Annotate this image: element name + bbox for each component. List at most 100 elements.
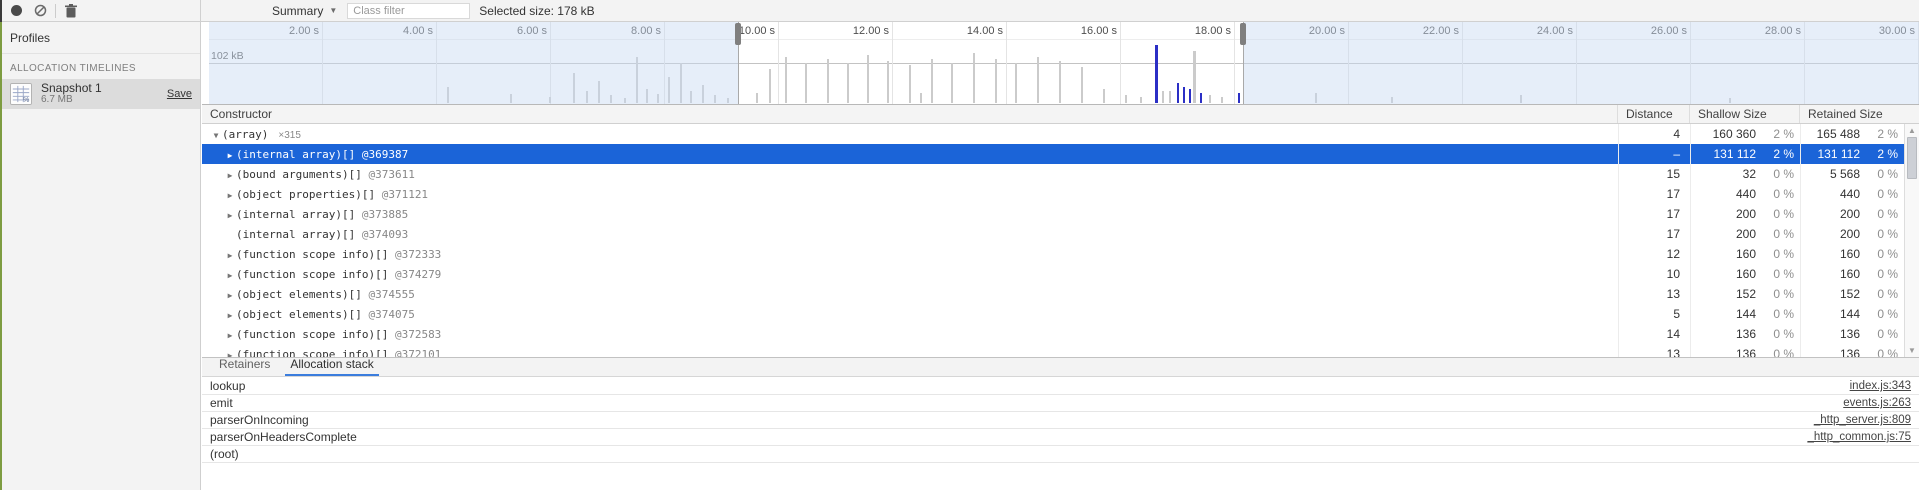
allocation-bar: [827, 59, 829, 103]
size-percent: 0 %: [1860, 267, 1898, 281]
allocation-stack-list: lookupindex.js:343emitevents.js:263parse…: [202, 378, 1919, 463]
allocation-bar: [785, 57, 787, 103]
source-location-link[interactable]: _http_common.js:75: [1807, 431, 1911, 443]
allocation-timeline-overview[interactable]: 102 kB 2.00 s4.00 s6.00 s8.00 s10.00 s12…: [202, 22, 1919, 105]
constructor-name: (internal array)[]: [236, 208, 355, 221]
size-value: 144: [1840, 307, 1860, 321]
timeline-dimmed-region[interactable]: [209, 22, 738, 105]
shallow-size-cell: 1600 %: [1690, 267, 1800, 281]
retained-size-cell: 165 4882 %: [1800, 127, 1904, 141]
shallow-size-cell: 1600 %: [1690, 247, 1800, 261]
clear-button[interactable]: [28, 1, 52, 21]
object-id: @371121: [375, 188, 428, 201]
distance-cell: 13: [1618, 347, 1690, 357]
expand-arrow-icon[interactable]: ▶: [224, 171, 236, 180]
timeline-chart[interactable]: 102 kB 2.00 s4.00 s6.00 s8.00 s10.00 s12…: [209, 22, 1919, 105]
shallow-size-cell: 1520 %: [1690, 287, 1800, 301]
window-right-handle[interactable]: [1240, 23, 1246, 45]
allocation-bar: [1221, 97, 1223, 103]
column-header-shallow-size[interactable]: Shallow Size: [1690, 105, 1800, 123]
constructor-name: (function scope info)[]: [236, 328, 388, 341]
heap-object-row[interactable]: ▶(function scope info)[] @372333121600 %…: [202, 244, 1904, 264]
perspective-select-value: Summary: [272, 4, 323, 18]
grid-scrollbar[interactable]: ▲ ▼: [1904, 124, 1919, 357]
expand-arrow-icon[interactable]: ▶: [224, 191, 236, 200]
retained-size-cell: 1520 %: [1800, 287, 1904, 301]
size-percent: 0 %: [1860, 227, 1898, 241]
constructor-name: (object properties)[]: [236, 188, 375, 201]
sidebar-section-header: ALLOCATION TIMELINES: [0, 54, 200, 79]
sidebar-title: Profiles: [0, 22, 200, 54]
expand-arrow-icon[interactable]: ▶: [224, 271, 236, 280]
tab-retainers[interactable]: Retainers: [214, 357, 275, 376]
distance-cell: 12: [1618, 247, 1690, 261]
tab-allocation-stack[interactable]: Allocation stack: [285, 357, 378, 376]
save-link[interactable]: Save: [167, 88, 192, 100]
source-location-link[interactable]: _http_server.js:809: [1814, 414, 1911, 426]
object-id: @372333: [388, 248, 441, 261]
class-filter-input[interactable]: [347, 3, 470, 19]
sidebar-item-snapshot-1[interactable]: % Snapshot 1 6.7 MB Save: [0, 79, 200, 109]
allocation-bar: [769, 69, 771, 103]
collapse-arrow-icon[interactable]: ▼: [210, 131, 222, 140]
size-value: 136: [1840, 327, 1860, 341]
size-value: 160: [1840, 267, 1860, 281]
record-button[interactable]: [4, 1, 28, 21]
expand-arrow-icon[interactable]: ▶: [224, 291, 236, 300]
retained-size-cell: 1440 %: [1800, 307, 1904, 321]
heap-object-row[interactable]: ▶(bound arguments)[] @37361115320 %5 568…: [202, 164, 1904, 184]
heap-object-row[interactable]: ▼(array)×3154160 3602 %165 4882 %: [202, 124, 1904, 144]
distance-cell: 5: [1618, 307, 1690, 321]
grid-header: Constructor Distance Shallow Size Retain…: [202, 105, 1919, 124]
heap-object-row[interactable]: ▶(function scope info)[] @374279101600 %…: [202, 264, 1904, 284]
heap-object-row[interactable]: (internal array)[] @374093172000 %2000 %: [202, 224, 1904, 244]
shallow-size-cell: 4400 %: [1690, 187, 1800, 201]
heap-object-row[interactable]: ▶(internal array)[] @373885172000 %2000 …: [202, 204, 1904, 224]
heap-object-row[interactable]: ▶(object elements)[] @37407551440 %1440 …: [202, 304, 1904, 324]
expand-arrow-icon[interactable]: ▶: [224, 211, 236, 220]
retained-size-cell: 2000 %: [1800, 207, 1904, 221]
object-id: @374093: [355, 228, 408, 241]
allocation-bar: [805, 63, 807, 103]
timeline-dimmed-region[interactable]: [1243, 22, 1919, 105]
perspective-select[interactable]: Summary ▼: [263, 1, 347, 21]
window-left-handle[interactable]: [735, 23, 741, 45]
size-value: 160: [1840, 247, 1860, 261]
expand-arrow-icon[interactable]: ▶: [224, 251, 236, 260]
retained-size-cell: 2000 %: [1800, 227, 1904, 241]
column-header-distance[interactable]: Distance: [1618, 105, 1690, 123]
expand-arrow-icon[interactable]: ▶: [224, 331, 236, 340]
allocation-bar: [867, 55, 869, 103]
allocation-bar-selected: [1177, 83, 1179, 103]
size-percent: 0 %: [1756, 327, 1794, 341]
heap-object-row[interactable]: ▶(function scope info)[] @372583141360 %…: [202, 324, 1904, 344]
object-id: @374555: [362, 288, 415, 301]
allocation-bar: [756, 93, 758, 103]
heap-object-row[interactable]: ▶(function scope info)[] @372101131360 %…: [202, 344, 1904, 357]
column-header-retained-size[interactable]: Retained Size: [1800, 105, 1919, 123]
scroll-thumb[interactable]: [1907, 137, 1917, 179]
source-location-link[interactable]: index.js:343: [1850, 380, 1911, 392]
allocation-bar-selected: [1200, 93, 1202, 103]
distance-cell: 13: [1618, 287, 1690, 301]
constructor-cell: ▶(function scope info)[] @372333: [202, 248, 1618, 261]
scroll-down-arrow[interactable]: ▼: [1905, 346, 1919, 355]
toolbar-divider: [55, 4, 56, 18]
constructor-name: (object elements)[]: [236, 308, 362, 321]
size-percent: 0 %: [1756, 347, 1794, 357]
source-location-link[interactable]: events.js:263: [1843, 397, 1911, 409]
size-percent: 0 %: [1860, 347, 1898, 357]
heap-object-row[interactable]: ▶(object properties)[] @371121174400 %44…: [202, 184, 1904, 204]
scroll-up-arrow[interactable]: ▲: [1905, 126, 1919, 135]
delete-profile-button[interactable]: [59, 1, 83, 21]
stack-frame-row: (root): [202, 446, 1919, 463]
expand-arrow-icon[interactable]: ▶: [224, 151, 236, 160]
expand-arrow-icon[interactable]: ▶: [224, 311, 236, 320]
constructor-cell: ▶(bound arguments)[] @373611: [202, 168, 1618, 181]
constructor-name: (function scope info)[]: [236, 348, 388, 358]
constructor-cell: ▶(internal array)[] @373885: [202, 208, 1618, 221]
heap-object-row[interactable]: ▶(internal array)[] @369387–131 1122 %13…: [202, 144, 1904, 164]
time-tick-label: 14.00 s: [943, 25, 1003, 37]
column-header-constructor[interactable]: Constructor: [202, 105, 1618, 123]
heap-object-row[interactable]: ▶(object elements)[] @374555131520 %1520…: [202, 284, 1904, 304]
